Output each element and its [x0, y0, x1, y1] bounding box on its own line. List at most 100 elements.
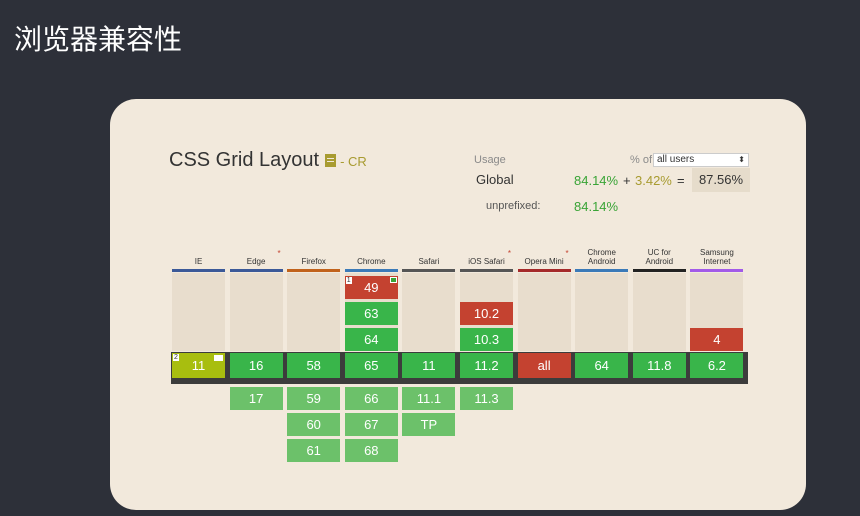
version-cell[interactable]: 49 1 — [344, 276, 398, 299]
version-cell[interactable]: 68 — [344, 439, 398, 462]
version-cell[interactable]: 4 — [690, 328, 744, 351]
browser-column: Chrome 49 1 63 64 65 66 67 68 — [344, 242, 398, 462]
browser-header[interactable]: Opera Mini * — [518, 242, 571, 269]
version-label: 11.8 — [647, 358, 672, 373]
version-label: 67 — [364, 417, 379, 432]
browser-header[interactable]: iOS Safari * — [460, 242, 513, 269]
users-select[interactable]: all users ⬍ — [653, 153, 749, 167]
version-cell[interactable]: 59 — [287, 387, 341, 410]
browser-header[interactable]: Samsung Internet — [690, 242, 743, 269]
browser-color-bar — [517, 269, 571, 272]
global-supported-pct: 84.14% — [574, 173, 619, 188]
browser-color-bar — [690, 269, 744, 272]
unprefixed-value: 84.14% — [574, 199, 619, 214]
note-number-badge: 1 — [345, 277, 352, 284]
usage-label: Usage — [474, 154, 506, 166]
note-number-badge: 2 — [173, 354, 179, 361]
version-label: 16 — [248, 358, 264, 373]
browser-name: Chrome Android — [587, 248, 616, 266]
browser-column: IE 11 2 — [172, 242, 225, 378]
version-cell[interactable]: TP — [402, 413, 456, 436]
version-cell[interactable]: all — [517, 353, 571, 378]
asterisk-icon: * — [507, 249, 511, 258]
version-cell[interactable]: 64 — [575, 353, 629, 378]
browser-header[interactable]: Safari — [402, 242, 455, 269]
version-cell[interactable]: 67 — [344, 413, 398, 436]
version-cell[interactable]: 66 — [344, 387, 398, 410]
version-cell[interactable]: 63 — [344, 302, 398, 325]
version-label: 59 — [306, 391, 321, 406]
version-cell[interactable]: 11 — [402, 353, 456, 378]
version-cell[interactable]: 6.2 — [690, 353, 744, 378]
version-cell[interactable]: 10.3 — [460, 328, 513, 351]
spec-status[interactable]: - CR — [340, 154, 367, 169]
browser-header[interactable]: IE — [172, 242, 225, 269]
spec-document-icon[interactable] — [325, 154, 337, 167]
past-versions-area — [287, 273, 341, 351]
version-label: 4 — [713, 332, 721, 347]
past-versions-area — [172, 273, 225, 351]
version-cell[interactable]: 11.3 — [460, 387, 513, 410]
browser-color-bar — [172, 269, 225, 272]
percent-of-label: % of — [630, 154, 653, 166]
version-label: 65 — [364, 358, 379, 373]
browser-column: Opera Mini * all — [517, 242, 571, 378]
version-label: 63 — [364, 306, 379, 321]
feature-title: CSS Grid Layout - CR — [169, 149, 367, 172]
version-label: 58 — [306, 358, 321, 373]
browser-name: Samsung Internet — [699, 248, 734, 266]
version-cell[interactable]: 11.2 — [460, 353, 513, 378]
slide-title: 浏览器兼容性 — [14, 23, 183, 56]
caniuse-card: CSS Grid Layout - CR Usage % of all users… — [110, 99, 806, 510]
browser-header[interactable]: UC for Android — [633, 242, 686, 269]
version-label: 64 — [594, 358, 609, 373]
asterisk-icon: * — [565, 249, 569, 258]
version-label: 17 — [248, 391, 264, 406]
version-cell[interactable]: 65 — [344, 353, 398, 378]
version-cell[interactable]: 58 — [287, 353, 341, 378]
version-label: 11 — [191, 358, 206, 373]
browser-column: Chrome Android 64 — [575, 242, 629, 378]
version-label: 66 — [364, 391, 379, 406]
version-cell[interactable]: 60 — [287, 413, 341, 436]
browser-header[interactable]: Edge * — [230, 242, 283, 269]
browser-color-bar — [402, 269, 456, 272]
global-total-pct: 87.56% — [692, 168, 750, 192]
browser-name: Edge — [246, 257, 266, 266]
version-cell[interactable]: 61 — [287, 439, 341, 462]
version-cell[interactable]: 11.1 — [402, 387, 456, 410]
version-cell[interactable]: 11 2 — [172, 353, 225, 378]
browser-header[interactable]: Firefox — [287, 242, 340, 269]
version-cell[interactable]: 64 — [344, 328, 398, 351]
version-label: 64 — [364, 332, 379, 347]
browser-name: IE — [194, 257, 203, 266]
version-cell[interactable]: 16 — [229, 353, 283, 378]
browser-column: iOS Safari * 10.2 10.3 11.2 11.3 — [460, 242, 513, 410]
version-label: 11.1 — [416, 391, 442, 406]
browser-name: UC for Android — [645, 248, 674, 266]
version-label: 10.3 — [473, 332, 500, 347]
browser-color-bar — [229, 269, 283, 272]
version-label: 11.2 — [474, 358, 499, 373]
browser-name: Safari — [418, 257, 440, 266]
plus-sign: + — [623, 173, 631, 188]
version-cell[interactable]: 17 — [229, 387, 283, 410]
browser-header[interactable]: Chrome — [345, 242, 398, 269]
browser-color-bar — [460, 269, 513, 272]
browser-color-bar — [344, 269, 398, 272]
users-select-value: all users — [657, 154, 695, 165]
browser-name: Opera Mini — [524, 257, 564, 266]
global-partial-pct: 3.42% — [635, 173, 672, 188]
version-cell[interactable]: 10.2 — [460, 302, 513, 325]
unprefixed-label: unprefixed: — [486, 200, 541, 212]
flag-icon — [389, 277, 397, 283]
version-label: 6.2 — [707, 358, 726, 373]
browser-column: Samsung Internet 4 6.2 — [690, 242, 744, 378]
note-icon — [214, 355, 223, 361]
version-cell[interactable]: 11.8 — [632, 353, 686, 378]
browser-header[interactable]: Chrome Android — [575, 242, 628, 269]
select-caret-icon: ⬍ — [738, 155, 745, 164]
past-versions-area — [229, 273, 283, 351]
browser-name: iOS Safari — [468, 257, 505, 266]
browser-color-bar — [632, 269, 686, 272]
